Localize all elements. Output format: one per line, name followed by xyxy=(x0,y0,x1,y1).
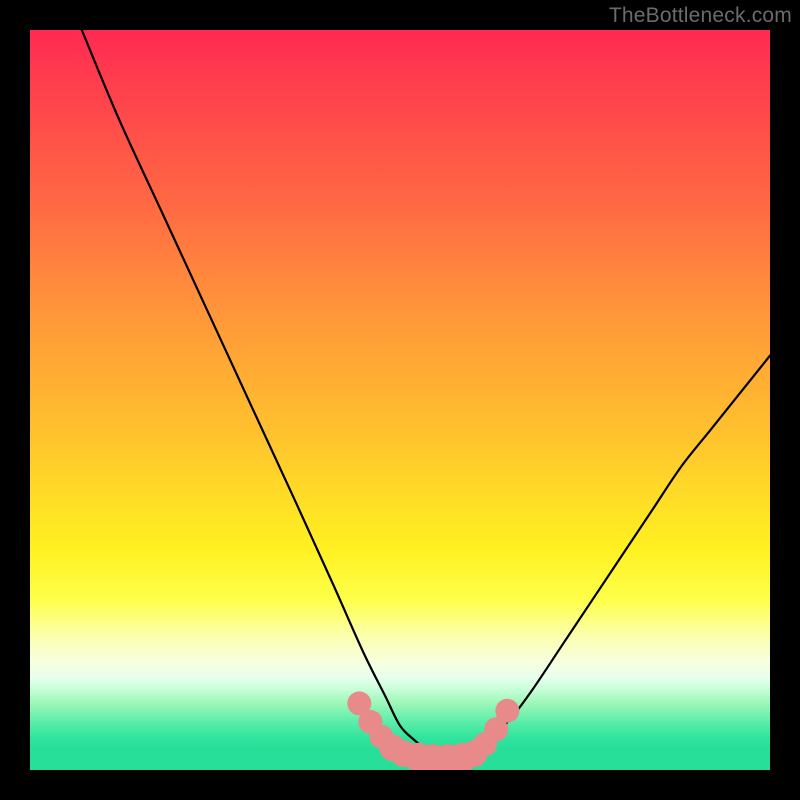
watermark-text: TheBottleneck.com xyxy=(609,4,792,28)
chart-stage: TheBottleneck.com xyxy=(0,0,800,800)
right-curve xyxy=(444,356,770,756)
valley-dots xyxy=(347,691,519,770)
plot-area xyxy=(30,30,770,770)
left-curve xyxy=(82,30,445,755)
valley-dot xyxy=(495,699,519,723)
curve-layer xyxy=(30,30,770,770)
